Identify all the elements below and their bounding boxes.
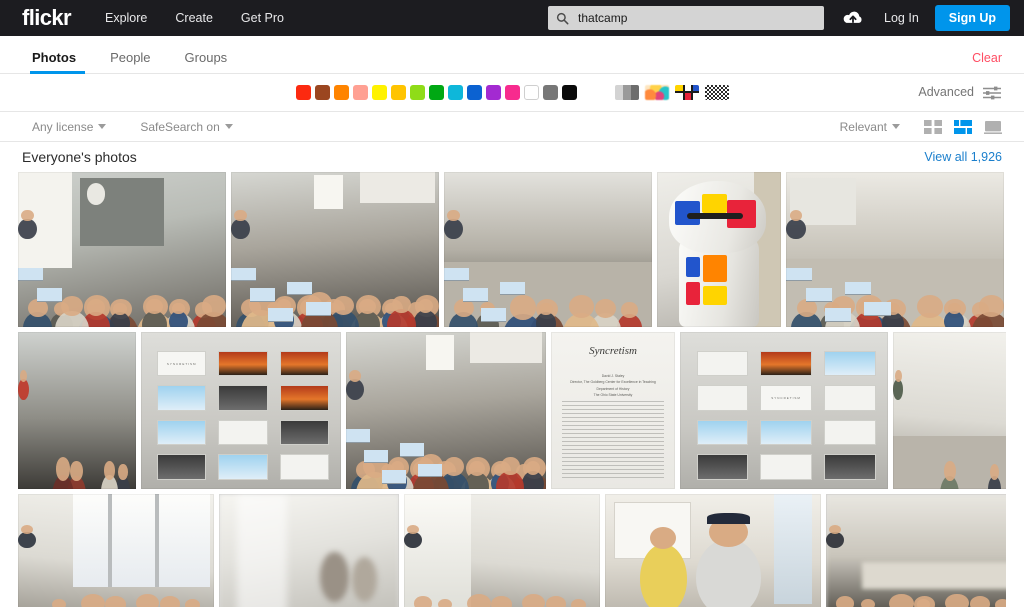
- clear-filters-link[interactable]: Clear: [972, 51, 1002, 65]
- photo-thumbnail[interactable]: [893, 332, 1006, 489]
- view-mode-switcher: [924, 119, 1002, 134]
- nav-link-create[interactable]: Create: [175, 12, 213, 25]
- photo-thumbnail[interactable]: [18, 332, 136, 489]
- color-swatch-gold[interactable]: [390, 85, 406, 100]
- tab-groups[interactable]: Groups: [168, 51, 245, 73]
- color-swatch-green[interactable]: [428, 85, 444, 100]
- color-swatch-red[interactable]: [295, 85, 311, 100]
- tab-people[interactable]: People: [93, 51, 167, 73]
- photo-thumbnail[interactable]: [657, 172, 781, 327]
- photo-row: [18, 172, 1006, 327]
- slideshow-view-icon[interactable]: [984, 120, 1002, 134]
- secondary-filter-bar: Any license SafeSearch on Relevant: [0, 112, 1024, 142]
- license-dropdown-label: Any license: [32, 119, 94, 134]
- photo-thumbnail[interactable]: [346, 332, 546, 489]
- photo-thumbnail[interactable]: SYNCRETISM: [680, 332, 888, 489]
- justified-view-icon[interactable]: [954, 119, 972, 134]
- color-style-filter-bar: Advanced: [0, 74, 1024, 112]
- tab-photos[interactable]: Photos: [22, 51, 93, 74]
- photo-thumbnail[interactable]: [219, 494, 399, 607]
- nav-link-get-pro[interactable]: Get Pro: [241, 12, 284, 25]
- color-swatch-list: [295, 85, 577, 100]
- color-swatch-magenta[interactable]: [504, 85, 520, 100]
- results-title: Everyone's photos: [22, 149, 137, 165]
- safesearch-dropdown-label: SafeSearch on: [140, 119, 220, 134]
- style-filter-list: [614, 85, 729, 100]
- search-tabs-bar: Photos People Groups Clear: [0, 36, 1024, 74]
- results-header: Everyone's photos View all 1,926: [0, 142, 1024, 172]
- photo-thumbnail[interactable]: [786, 172, 1004, 327]
- login-link[interactable]: Log In: [884, 12, 919, 25]
- signup-button[interactable]: Sign Up: [934, 4, 1010, 32]
- color-swatch-purple[interactable]: [485, 85, 501, 100]
- style-pattern-icon[interactable]: [674, 85, 699, 100]
- photo-thumbnail[interactable]: SYNCRETISM: [141, 332, 341, 489]
- advanced-label: Advanced: [918, 85, 974, 100]
- chevron-down-icon: [892, 124, 900, 129]
- search-input[interactable]: thatcamp: [548, 6, 825, 30]
- photo-row: SYNCRETISM Syncretism David J. Staley Direc…: [18, 332, 1006, 489]
- flickr-logo[interactable]: flickr: [22, 7, 72, 29]
- color-swatch-white[interactable]: [523, 85, 539, 100]
- search-tabs: Photos People Groups: [22, 51, 245, 74]
- style-shallow-depth-of-field-icon[interactable]: [644, 85, 669, 100]
- style-black-and-white-icon[interactable]: [614, 85, 639, 100]
- sort-and-view-controls: Relevant: [830, 119, 1002, 134]
- advanced-search-toggle[interactable]: Advanced: [918, 86, 1002, 100]
- color-swatch-black[interactable]: [561, 85, 577, 100]
- photo-thumbnail[interactable]: [444, 172, 652, 327]
- search-input-value: thatcamp: [578, 11, 628, 25]
- photo-thumbnail[interactable]: [605, 494, 821, 607]
- chevron-down-icon: [98, 124, 107, 129]
- color-swatch-yellow[interactable]: [371, 85, 387, 100]
- photo-thumbnail[interactable]: [826, 494, 1006, 607]
- safesearch-dropdown[interactable]: SafeSearch on: [140, 119, 233, 134]
- color-swatch-gray[interactable]: [542, 85, 558, 100]
- photo-thumbnail[interactable]: [231, 172, 439, 327]
- sliders-icon: [983, 86, 1001, 99]
- photo-thumbnail[interactable]: [18, 494, 214, 607]
- license-dropdown[interactable]: Any license: [32, 119, 107, 134]
- color-swatch-salmon[interactable]: [352, 85, 368, 100]
- photo-row: [18, 494, 1006, 607]
- top-navigation-bar: flickr Explore Create Get Pro thatcamp L…: [0, 0, 1024, 36]
- cloud-upload-icon[interactable]: [842, 10, 864, 26]
- sort-dropdown-label: Relevant: [839, 119, 887, 134]
- color-swatch-blue[interactable]: [466, 85, 482, 100]
- photo-thumbnail[interactable]: Syncretism David J. Staley Director, The G…: [551, 332, 675, 489]
- primary-nav-links: Explore Create Get Pro: [105, 12, 284, 25]
- search-icon: [556, 12, 569, 24]
- photo-thumbnail[interactable]: [404, 494, 600, 607]
- chevron-down-icon: [224, 124, 233, 129]
- sort-dropdown[interactable]: Relevant: [840, 121, 900, 133]
- color-swatch-orange[interactable]: [333, 85, 349, 100]
- color-swatch-brown[interactable]: [314, 85, 330, 100]
- nav-link-explore[interactable]: Explore: [105, 12, 147, 25]
- style-minimalist-icon[interactable]: [704, 85, 729, 100]
- photo-results-grid: SYNCRETISM Syncretism David J. Staley Direc…: [0, 172, 1024, 607]
- view-all-results-link[interactable]: View all 1,926: [924, 151, 1002, 164]
- header-right-cluster: thatcamp Log In Sign Up: [548, 0, 1010, 36]
- photo-thumbnail[interactable]: [18, 172, 226, 327]
- grid-view-icon[interactable]: [924, 119, 942, 134]
- color-swatch-cyan[interactable]: [447, 85, 463, 100]
- color-swatch-lime[interactable]: [409, 85, 425, 100]
